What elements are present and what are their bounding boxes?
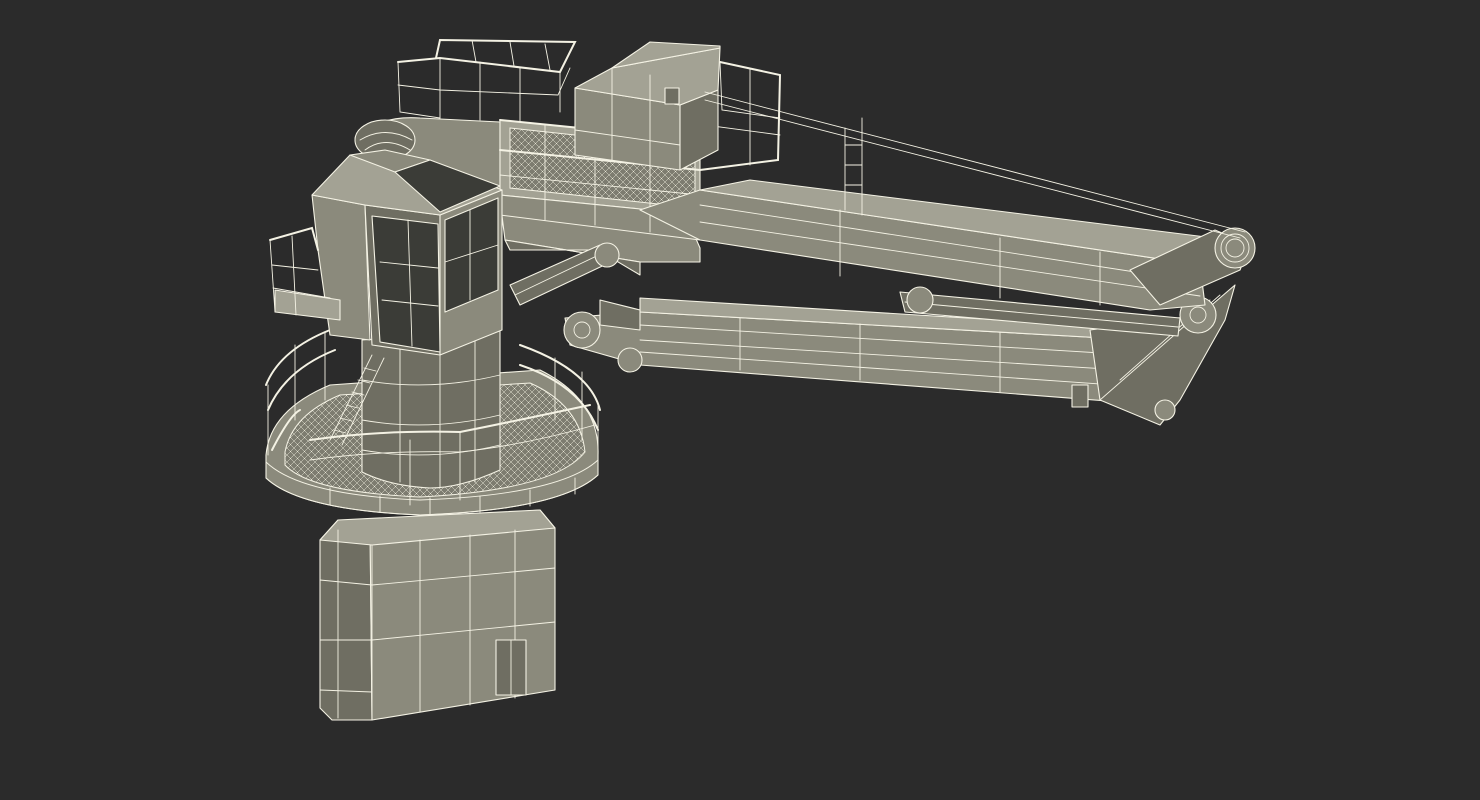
pedestal-hatch-door [495, 639, 527, 696]
crane-wireframe-render [265, 38, 1256, 721]
render-viewport [0, 0, 1480, 800]
upper-boom-pivot [1214, 227, 1256, 269]
power-unit-cabinet [574, 41, 721, 171]
luffing-cylinder [509, 242, 620, 306]
upper-boom [639, 179, 1251, 311]
